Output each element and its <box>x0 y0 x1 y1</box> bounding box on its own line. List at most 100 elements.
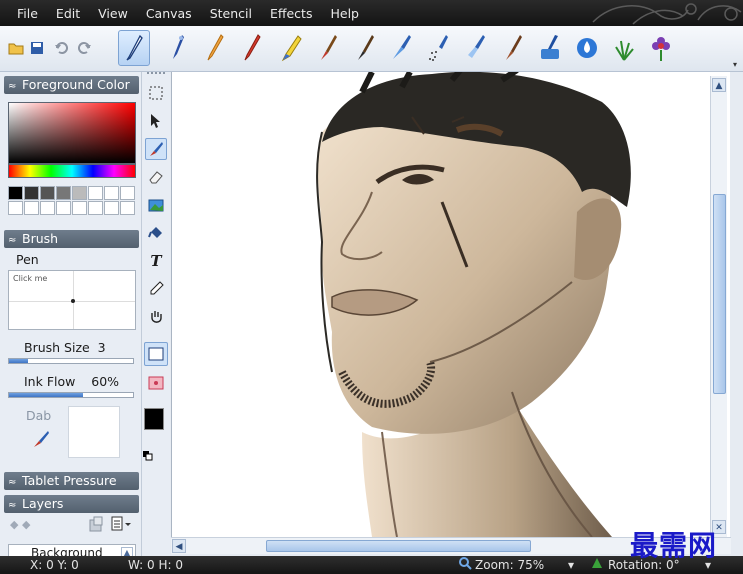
rotation-icon[interactable] <box>590 556 604 574</box>
swatch[interactable] <box>120 201 135 215</box>
brush-tool-icon[interactable] <box>145 138 167 160</box>
toolbar-overflow-icon[interactable]: ▾ <box>729 60 741 70</box>
ink-flow-value: 60% <box>91 374 120 389</box>
layer-menu-icon[interactable] <box>110 516 134 535</box>
tablet-pressure-header[interactable]: ≈ Tablet Pressure <box>4 472 139 490</box>
oil-brush-icon[interactable] <box>312 30 344 66</box>
swatch[interactable] <box>88 201 103 215</box>
cursor-position: X: 0 Y: 0 <box>30 558 79 572</box>
text-tool-icon[interactable]: T <box>145 250 167 272</box>
titlebar-ornament <box>443 0 743 26</box>
tool-column: T <box>142 72 170 562</box>
marker-icon[interactable] <box>235 30 267 66</box>
swatch[interactable] <box>40 186 55 200</box>
swatch[interactable] <box>8 186 23 200</box>
layers-title: Layers <box>22 496 64 511</box>
picture-tool-icon[interactable] <box>145 194 167 216</box>
swatch[interactable] <box>104 186 119 200</box>
menu-effects[interactable]: Effects <box>261 6 322 21</box>
dab-preview <box>68 406 120 458</box>
undo-icon[interactable] <box>52 39 70 57</box>
swatch[interactable] <box>56 201 71 215</box>
swatch[interactable] <box>40 201 55 215</box>
swatch[interactable] <box>88 186 103 200</box>
foreground-color-title: Foreground Color <box>22 77 130 92</box>
swatch[interactable] <box>104 201 119 215</box>
eraser-icon[interactable] <box>145 166 167 188</box>
swatch[interactable] <box>24 201 39 215</box>
zoom-level[interactable]: Zoom: 75% <box>475 556 544 574</box>
vertical-scroll-thumb[interactable] <box>713 194 726 394</box>
grass-icon[interactable] <box>608 30 640 66</box>
swatch[interactable] <box>56 186 71 200</box>
menu-file[interactable]: File <box>8 6 47 21</box>
flower-icon[interactable] <box>645 30 677 66</box>
brush-size-slider[interactable] <box>8 358 134 364</box>
foreground-color-header[interactable]: ≈ Foreground Color <box>4 76 139 94</box>
horizontal-scroll-thumb[interactable] <box>266 540 531 552</box>
hue-slider[interactable] <box>8 164 136 178</box>
marquee-icon[interactable] <box>145 82 167 104</box>
color-picker-field[interactable] <box>8 102 136 164</box>
airbrush-icon[interactable] <box>386 30 418 66</box>
brush-header[interactable]: ≈ Brush <box>4 230 139 248</box>
collapse-chevron-icon: ≈ <box>8 500 17 511</box>
highlighter-icon[interactable] <box>275 30 307 66</box>
watercolor-icon[interactable] <box>497 30 529 66</box>
brush-title: Brush <box>22 231 59 246</box>
dab-brush-icon <box>32 430 50 451</box>
swatch[interactable] <box>72 201 87 215</box>
zoom-dropdown-icon[interactable]: ▾ <box>568 556 574 574</box>
swatch[interactable] <box>24 186 39 200</box>
dab-label: Dab <box>26 408 52 423</box>
menu-canvas[interactable]: Canvas <box>137 6 201 21</box>
expand-chevron-icon: ≈ <box>8 477 17 488</box>
selection-size: W: 0 H: 0 <box>128 558 183 572</box>
blend-icon[interactable] <box>534 30 566 66</box>
collapse-chevron-icon: ≈ <box>8 235 17 246</box>
brush-name: Pen <box>16 252 39 267</box>
zoom-icon[interactable] <box>458 556 472 574</box>
brush-preview[interactable]: Click me <box>8 270 136 330</box>
layer-move-arrows-icon[interactable]: ◆ ◆ <box>10 518 30 531</box>
redo-icon[interactable] <box>76 39 94 57</box>
calligraphy-pen-icon[interactable] <box>161 30 193 66</box>
primary-color-swatch[interactable] <box>144 408 164 430</box>
scroll-left-icon[interactable]: ◀ <box>172 539 186 553</box>
eyedropper-icon[interactable] <box>145 278 167 300</box>
rectangle-shape-icon[interactable] <box>144 342 168 366</box>
menu-stencil[interactable]: Stencil <box>201 6 261 21</box>
left-panel: ≈ Foreground Color ≈ Brush Pen Click me Br… <box>0 72 142 562</box>
swatch[interactable] <box>8 201 23 215</box>
scroll-up-icon[interactable]: ▲ <box>712 78 726 92</box>
swatch[interactable] <box>72 186 87 200</box>
swap-colors-icon[interactable] <box>143 450 153 464</box>
menu-bar: File Edit View Canvas Stencil Effects He… <box>0 0 743 26</box>
pen-tool-icon[interactable] <box>118 30 150 66</box>
water-drop-icon[interactable] <box>571 30 603 66</box>
ink-flow-slider[interactable] <box>8 392 134 398</box>
save-icon[interactable] <box>28 39 46 57</box>
brush-size-label: Brush Size 3 <box>24 340 106 355</box>
layers-header[interactable]: ≈ Layers <box>4 495 139 513</box>
fill-bucket-icon[interactable] <box>145 222 167 244</box>
menu-view[interactable]: View <box>89 6 137 21</box>
hand-icon[interactable] <box>145 306 167 328</box>
pencil-icon[interactable] <box>198 30 230 66</box>
ellipse-shape-icon[interactable] <box>145 372 167 394</box>
vertical-scrollbar[interactable]: ▲ ✕ <box>710 76 727 537</box>
open-folder-icon[interactable] <box>7 39 25 57</box>
brush-size-value: 3 <box>97 340 106 355</box>
spray-icon[interactable] <box>423 30 455 66</box>
glitter-icon[interactable] <box>460 30 492 66</box>
new-layer-icon[interactable] <box>88 516 104 535</box>
tablet-pressure-title: Tablet Pressure <box>22 473 117 488</box>
menu-help[interactable]: Help <box>321 6 368 21</box>
paint-brush-icon[interactable] <box>349 30 381 66</box>
menu-edit[interactable]: Edit <box>47 6 89 21</box>
move-icon[interactable] <box>145 110 167 132</box>
swatch[interactable] <box>120 186 135 200</box>
watermark: 最需网 <box>630 529 718 562</box>
drawing-canvas[interactable] <box>171 72 730 537</box>
preview-hint: Click me <box>13 274 48 283</box>
